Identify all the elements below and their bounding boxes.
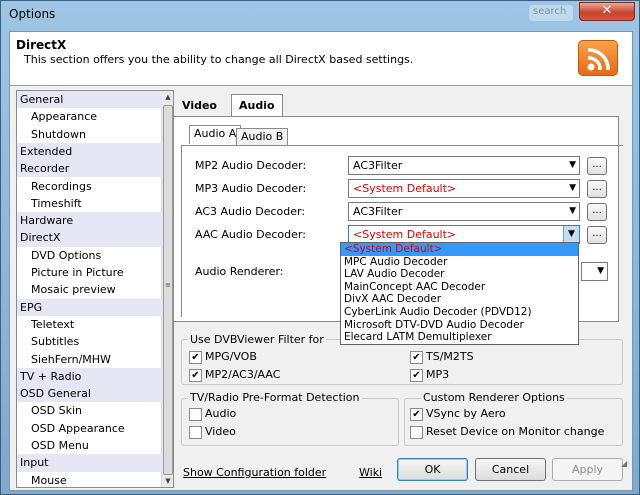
preformat-group	[181, 398, 399, 446]
checkbox-label: MP2/AC3/AAC	[205, 368, 281, 381]
ok-button[interactable]: OK	[397, 458, 468, 481]
decoder-properties-button[interactable]: ...	[587, 226, 607, 244]
preformat-title: TV/Radio Pre-Format Detection	[188, 391, 362, 404]
audio-renderer-label: Audio Renderer:	[195, 265, 284, 278]
dropdown-option[interactable]: Microsoft DTV-DVD Audio Decoder	[341, 319, 578, 332]
decoder-select-value: AC3Filter	[353, 205, 403, 218]
sidebar-item-teletext[interactable]: Teletext	[17, 316, 163, 333]
sidebar-item-general[interactable]: General	[17, 91, 163, 109]
settings-tree[interactable]: ▲ ≡ ▼ General Appearance Shutdown Extended R…	[16, 90, 174, 488]
close-button[interactable]: ✕	[579, 2, 635, 21]
sidebar-item-picture-in-picture[interactable]: Picture in Picture	[17, 264, 163, 281]
section-title: DirectX	[16, 38, 67, 52]
sidebar-item-osd-appearance[interactable]: OSD Appearance	[17, 420, 163, 437]
sidebar-item-mosaic-preview[interactable]: Mosaic preview	[17, 281, 163, 298]
checkbox[interactable]	[189, 426, 202, 439]
options-window: Options search ✕ DirectX This section of…	[0, 0, 640, 495]
checkbox-label: TS/M2TS	[426, 350, 474, 363]
window-title: Options	[9, 7, 56, 21]
tab-audio-a[interactable]: Audio A	[189, 125, 242, 144]
decoder-select-value: <System Default>	[353, 182, 457, 195]
decoder-select[interactable]: AC3Filter ▼	[348, 202, 580, 221]
aac-decoder-dropdown-list[interactable]: <System Default> MPC Audio Decoder LAV Aud…	[340, 242, 579, 345]
sidebar-item-input[interactable]: Input	[17, 454, 163, 472]
dropdown-option[interactable]: LAV Audio Decoder	[341, 268, 578, 281]
sidebar-item-subtitles[interactable]: Subtitles	[17, 333, 163, 350]
sidebar-item-recorder[interactable]: Recorder	[17, 160, 163, 178]
cancel-button[interactable]: Cancel	[475, 458, 546, 481]
checkbox-label: MPG/VOB	[205, 350, 257, 363]
chevron-down-icon: ▼	[569, 160, 576, 170]
scrollbar-thumb[interactable]: ≡	[163, 105, 173, 475]
sidebar-item-epg[interactable]: EPG	[17, 298, 163, 316]
checkbox[interactable]	[189, 408, 202, 421]
decoder-select[interactable]: AC3Filter ▼	[348, 156, 580, 175]
checkbox[interactable]: ✔	[189, 351, 202, 364]
checkbox[interactable]: ✔	[410, 351, 423, 364]
grip-icon: ≡	[165, 281, 171, 289]
sidebar-item-hardware[interactable]: Hardware	[17, 212, 163, 230]
decoder-select-value: <System Default>	[353, 228, 457, 241]
dropdown-option[interactable]: DivX AAC Decoder	[341, 293, 578, 306]
dropdown-option[interactable]: <System Default>	[341, 243, 578, 256]
renderer-options-title: Custom Renderer Options	[421, 391, 567, 404]
wiki-link[interactable]: Wiki	[359, 466, 382, 479]
background-search-ghost: search	[529, 5, 573, 21]
section-description: This section offers you the ability to c…	[24, 53, 414, 66]
decoder-label: MP2 Audio Decoder:	[195, 159, 307, 172]
scroll-down-icon[interactable]: ▼	[162, 475, 173, 487]
sidebar-item-mouse[interactable]: Mouse	[17, 472, 163, 487]
sidebar-item-osd-general[interactable]: OSD General	[17, 385, 163, 403]
chevron-down-icon: ▼	[563, 226, 579, 243]
checkbox[interactable]: ✔	[410, 369, 423, 382]
audio-renderer-select[interactable]: ▼	[581, 262, 608, 281]
checkbox-label: Video	[205, 425, 236, 438]
sidebar-item-timeshift[interactable]: Timeshift	[17, 195, 163, 212]
sidebar-item-recordings[interactable]: Recordings	[17, 178, 163, 195]
chevron-down-icon: ▼	[597, 266, 604, 276]
checkbox-label: Audio	[205, 407, 237, 420]
sidebar-item-directx[interactable]: DirectX	[17, 229, 163, 247]
decoder-label: MP3 Audio Decoder:	[195, 182, 307, 195]
apply-button[interactable]: Apply	[552, 458, 623, 481]
dvb-filter-title: Use DVBViewer Filter for	[188, 333, 326, 346]
checkbox-label: Reset Device on Monitor change	[426, 425, 605, 438]
renderer-options-group	[404, 398, 623, 446]
decoder-properties-button[interactable]: ...	[587, 203, 607, 221]
tab-video[interactable]: Video	[182, 95, 217, 117]
sidebar-item-osd-skin[interactable]: OSD Skin	[17, 402, 163, 419]
decoder-properties-button[interactable]: ...	[587, 157, 607, 175]
resize-grip-icon[interactable]: ◢	[621, 459, 627, 468]
dropdown-option[interactable]: MPC Audio Decoder	[341, 256, 578, 269]
sidebar-item-osd-menu[interactable]: OSD Menu	[17, 437, 163, 454]
rss-feed-icon	[578, 40, 618, 76]
decoder-properties-button[interactable]: ...	[587, 180, 607, 198]
sidebar-item-siehfern-mhw[interactable]: SiehFern/MHW	[17, 351, 163, 368]
decoder-label: AAC Audio Decoder:	[195, 228, 306, 241]
chevron-down-icon: ▼	[569, 183, 576, 193]
decoder-select-value: AC3Filter	[353, 159, 403, 172]
show-configuration-folder-link[interactable]: Show Configuration folder	[183, 466, 326, 479]
decoder-select[interactable]: <System Default> ▼	[348, 179, 580, 198]
checkbox-label: VSync by Aero	[426, 407, 506, 420]
checkbox-label: MP3	[426, 368, 450, 381]
sidebar-item-tv-radio[interactable]: TV + Radio	[17, 367, 163, 386]
title-bar[interactable]: Options search ✕	[1, 1, 640, 27]
checkbox[interactable]	[410, 426, 423, 439]
checkbox[interactable]: ✔	[189, 369, 202, 382]
sidebar-item-dvd-options[interactable]: DVD Options	[17, 247, 163, 264]
tab-audio-b[interactable]: Audio B	[236, 128, 289, 145]
chevron-down-icon: ▼	[569, 206, 576, 216]
tab-audio[interactable]: Audio	[231, 94, 283, 116]
scroll-up-icon[interactable]: ▲	[162, 91, 173, 103]
dropdown-option[interactable]: Elecard LATM Demultiplexer	[341, 331, 578, 344]
decoder-label: AC3 Audio Decoder:	[195, 205, 306, 218]
dropdown-option[interactable]: MainConcept AAC Decoder	[341, 281, 578, 294]
section-header: DirectX This section offers you the abil…	[10, 32, 632, 86]
sidebar-item-appearance[interactable]: Appearance	[17, 108, 163, 125]
sidebar-item-extended[interactable]: Extended	[17, 142, 163, 161]
sidebar-item-shutdown[interactable]: Shutdown	[17, 126, 163, 143]
checkbox[interactable]: ✔	[410, 408, 423, 421]
dropdown-option[interactable]: CyberLink Audio Decoder (PDVD12)	[341, 306, 578, 319]
